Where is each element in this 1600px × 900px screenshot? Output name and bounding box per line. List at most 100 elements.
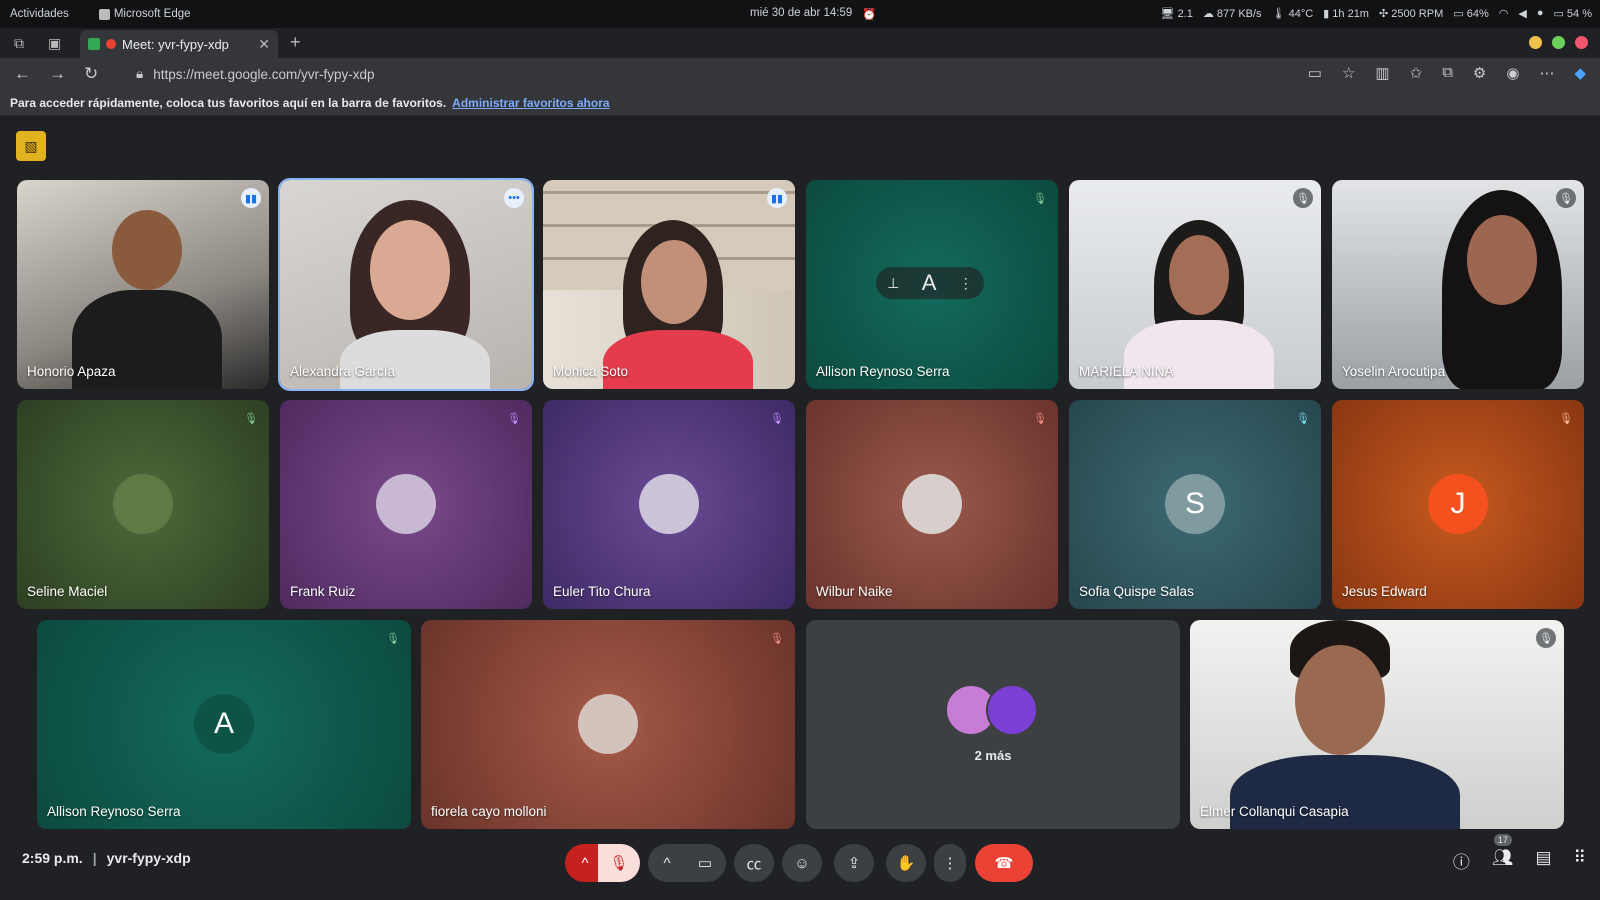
reactions-button[interactable]: ☺ [782, 844, 822, 882]
participant-tile-wilbur[interactable]: 🎙︎ Wilbur Naike [806, 400, 1058, 609]
favorites-icon[interactable]: ✩ [1410, 64, 1423, 82]
close-window-button[interactable] [1575, 36, 1588, 49]
participant-name: MARIELA NINA [1079, 364, 1174, 379]
avatar [113, 474, 173, 534]
mic-off-icon: 🎙︎ [770, 412, 784, 425]
pin-icon[interactable]: ⊥ [887, 275, 899, 292]
mic-off-icon: 🎙︎ [1559, 412, 1573, 425]
participant-name: Elmer Collanqui Casapia [1200, 804, 1349, 819]
video-body [340, 330, 490, 389]
participant-tile-allison-top[interactable]: ⊥ A ⋮ 🎙︎ Allison Reynoso Serra [806, 180, 1058, 389]
participant-tile-frank[interactable]: 🎙︎ Frank Ruiz [280, 400, 532, 609]
url-path: /yvr-fypy-xdp [297, 66, 375, 82]
participant-tile-fiorela[interactable]: 🎙︎ fiorela cayo molloni [421, 620, 795, 829]
battery-indicator[interactable]: ▭ 54 % [1553, 7, 1592, 20]
recording-icon [106, 39, 116, 49]
video-options-button[interactable]: ^ [648, 844, 686, 882]
close-tab-icon[interactable]: ✕ [258, 36, 270, 53]
new-tab-icon[interactable]: + [290, 32, 301, 53]
participant-tile-alexandra[interactable]: ••• Alexandra García [278, 178, 534, 391]
participant-name: Allison Reynoso Serra [47, 804, 181, 819]
participant-tile-mariela[interactable]: 🎙︎ MARIELA NINA [1069, 180, 1321, 389]
participant-tile-allison-bottom[interactable]: A 🎙︎ Allison Reynoso Serra [37, 620, 411, 829]
emoji-icon: ☺ [794, 854, 810, 872]
forward-icon[interactable]: → [49, 64, 66, 84]
participant-tile-honorio[interactable]: ▮▮ Honorio Apaza [17, 180, 269, 389]
volume-icon[interactable]: ◀ [1518, 7, 1526, 20]
people-icon[interactable]: 👥︎ 17 [1492, 834, 1513, 873]
captions-button[interactable]: ㏄ [734, 844, 774, 882]
participant-name: Allison Reynoso Serra [816, 364, 950, 379]
cpu-indicator[interactable]: 🖥 2.1 [1161, 7, 1193, 20]
more-menu-icon[interactable]: ⋯ [1539, 64, 1554, 82]
more-options-button[interactable]: ⋮ [934, 844, 966, 882]
minimize-button[interactable] [1529, 36, 1542, 49]
camera-toggle-button[interactable]: ▭ [684, 844, 726, 882]
clock[interactable]: mié 30 de abr 14:59 ⏰ [750, 7, 877, 21]
split-screen-icon[interactable]: ▥ [1375, 64, 1389, 82]
manage-favorites-link[interactable]: Administrar favoritos ahora [452, 96, 609, 110]
avatar [986, 684, 1038, 736]
mic-off-icon: 🎙︎ [1296, 412, 1310, 425]
participant-name: Seline Maciel [27, 584, 108, 599]
copilot-icon[interactable]: ◆ [1574, 64, 1586, 82]
extensions-icon[interactable]: ⚙ [1473, 64, 1486, 82]
participant-tile-elmer[interactable]: 🎙︎ Elmer Collanqui Casapia [1190, 620, 1564, 829]
network-speed[interactable]: ☁ 877 KB/s [1203, 7, 1262, 20]
camera-permission-icon[interactable]: ▭ [1308, 64, 1322, 82]
wifi-icon[interactable]: ◠ [1499, 7, 1509, 20]
profile-avatar[interactable]: ◉ [1506, 64, 1519, 82]
tile-hover-controls: ⊥ A ⋮ [876, 267, 984, 299]
raise-hand-button[interactable]: ✋ [886, 844, 926, 882]
favorites-bar: Para acceder rápidamente, coloca tus fav… [0, 90, 1600, 116]
meeting-time: 2:59 p.m. [22, 850, 83, 866]
participant-tile-yoselin[interactable]: 🎙︎ Yoselin Arocutipa [1332, 180, 1584, 389]
memory-indicator[interactable]: ▭ 64% [1453, 7, 1488, 20]
url-field[interactable]: 🔒︎ https://meet.google.com/yvr-fypy-xdp [136, 62, 1246, 86]
mic-toggle-button[interactable]: 🎙︎ [598, 844, 640, 882]
participant-tile-euler[interactable]: 🎙︎ Euler Tito Chura [543, 400, 795, 609]
end-call-button[interactable]: ☎ [975, 844, 1033, 882]
participant-name: Monica Soto [553, 364, 629, 379]
maximize-button[interactable] [1552, 36, 1565, 49]
participant-tile-sofia[interactable]: S 🎙︎ Sofia Quispe Salas [1069, 400, 1321, 609]
tile-more-icon[interactable]: ⋮ [959, 275, 973, 292]
activities-button[interactable]: Actividades [10, 8, 69, 20]
favorite-star-icon[interactable]: ☆ [1342, 64, 1355, 82]
separator: | [92, 850, 97, 866]
back-icon[interactable]: ← [14, 64, 31, 84]
participant-tile-monica[interactable]: ▮▮ Monica Soto [543, 180, 795, 389]
collections-icon[interactable]: ⧉ [1442, 64, 1453, 82]
reload-icon[interactable]: ↻ [84, 64, 98, 84]
meeting-details-icon[interactable]: ⓘ [1453, 848, 1470, 873]
avatar-initial: S [1165, 474, 1225, 534]
more-options-icon[interactable]: ••• [504, 188, 524, 208]
no-recording-badge-icon[interactable]: ▧ [16, 131, 46, 161]
fan-indicator[interactable]: ✣ 2500 RPM [1379, 7, 1443, 20]
active-app-label[interactable]: Microsoft Edge [98, 8, 191, 20]
alarm-icon: ⏰ [862, 9, 877, 21]
mic-off-icon: 🎙︎ [1293, 188, 1313, 208]
mic-off-icon: 🎙︎ [1033, 412, 1047, 425]
more-participants-tile[interactable]: 2 más [806, 620, 1180, 829]
avatar-initial: J [1428, 474, 1488, 534]
mic-off-icon: 🎙︎ [770, 632, 784, 645]
present-button[interactable]: ⇪ [834, 844, 874, 882]
chat-icon[interactable]: ▤ [1535, 848, 1551, 873]
participant-tile-jesus[interactable]: J 🎙︎ Jesus Edward [1332, 400, 1584, 609]
participant-tile-seline[interactable]: 🎙︎ Seline Maciel [17, 400, 269, 609]
tab-meet[interactable]: Meet: yvr-fypy-xdp ✕ [80, 30, 278, 58]
mic-off-icon: 🎙︎ [1536, 628, 1556, 648]
video-person [112, 210, 182, 290]
tab-actions-icon[interactable]: ▣ [48, 35, 61, 52]
temperature-indicator[interactable]: 🌡 44°C [1272, 7, 1314, 20]
participant-name: Jesus Edward [1342, 584, 1427, 599]
speaking-indicator-icon: ▮▮ [767, 188, 787, 208]
workspaces-icon[interactable]: ⧉ [14, 35, 24, 52]
hang-up-icon: ☎ [994, 855, 1014, 872]
uptime-indicator[interactable]: ▮ 1h 21m [1323, 7, 1369, 20]
mic-icon[interactable]: ● [1537, 7, 1544, 20]
hand-icon: ✋ [896, 855, 916, 872]
participant-name: fiorela cayo molloni [431, 804, 547, 819]
activities-icon[interactable]: ⠿ [1574, 848, 1586, 873]
